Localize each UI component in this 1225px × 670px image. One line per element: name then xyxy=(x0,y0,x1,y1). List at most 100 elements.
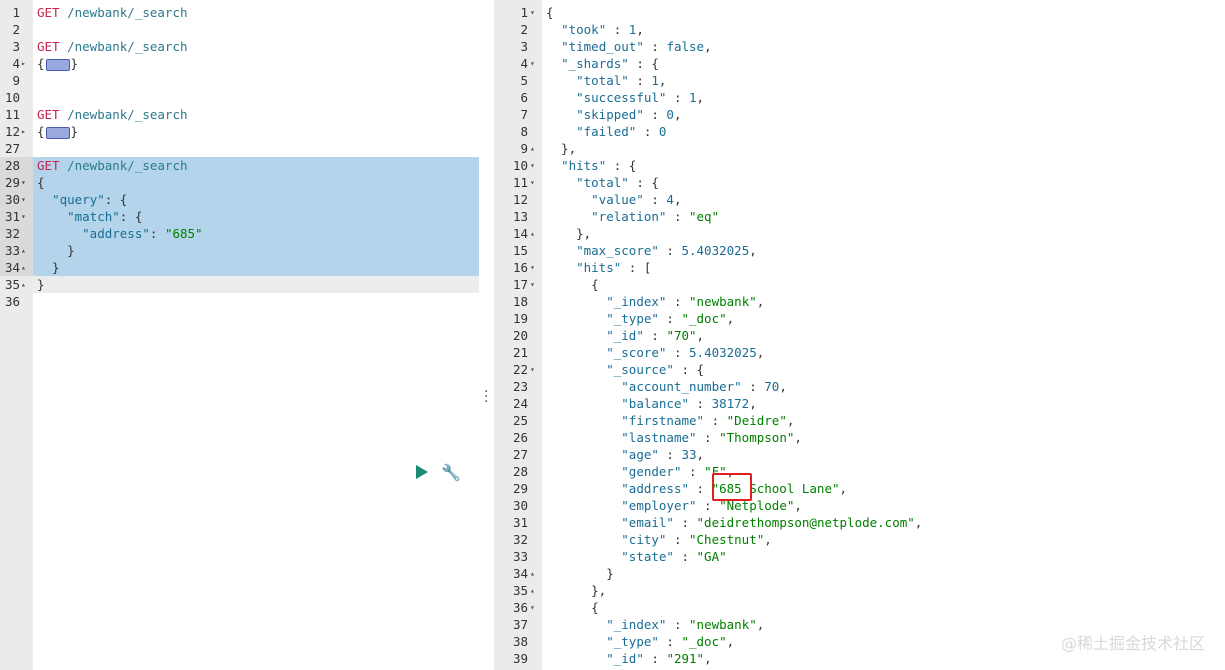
fold-collapse-icon[interactable]: ▾ xyxy=(21,174,26,191)
code-line[interactable]: 33 "state" : "GA" xyxy=(494,548,1225,565)
code-line[interactable]: 6 "successful" : 1, xyxy=(494,89,1225,106)
code-line[interactable]: 24 "balance" : 38172, xyxy=(494,395,1225,412)
code-line[interactable]: 4 ▸ {} xyxy=(0,55,479,72)
fold-end-icon[interactable]: ▴ xyxy=(530,140,535,157)
code-token: , xyxy=(673,192,682,207)
code-line[interactable]: 9 xyxy=(0,72,479,89)
code-line[interactable]: 32 "city" : "Chestnut", xyxy=(494,531,1225,548)
code-line[interactable]: 5 "total" : 1, xyxy=(494,72,1225,89)
code-line[interactable]: 12 ▸ {} xyxy=(0,123,479,140)
code-line[interactable]: 2 xyxy=(0,21,479,38)
fold-collapse-icon[interactable]: ▾ xyxy=(530,174,535,191)
fold-collapse-icon[interactable]: ▾ xyxy=(21,208,26,225)
fold-end-icon[interactable]: ▴ xyxy=(21,259,26,276)
line-number: 2 xyxy=(520,22,528,37)
code-text: "hits" : { xyxy=(546,157,636,174)
code-token: false xyxy=(666,39,705,54)
code-line[interactable]: 30 "employer" : "Netplode", xyxy=(494,497,1225,514)
fold-collapse-icon[interactable]: ▾ xyxy=(21,191,26,208)
fold-collapse-icon[interactable]: ▾ xyxy=(530,4,535,21)
code-token: "state" xyxy=(621,549,674,564)
pane-divider[interactable] xyxy=(479,0,494,670)
fold-expand-icon[interactable]: ▸ xyxy=(21,55,26,72)
code-line[interactable]: 3 GET /newbank/_search xyxy=(0,38,479,55)
code-line[interactable]: 1 GET /newbank/_search xyxy=(0,4,479,21)
code-line[interactable]: 26 "lastname" : "Thompson", xyxy=(494,429,1225,446)
fold-collapse-icon[interactable]: ▾ xyxy=(530,276,535,293)
fold-expand-icon[interactable]: ▸ xyxy=(21,123,26,140)
code-line[interactable]: 14 ▴ }, xyxy=(494,225,1225,242)
code-line[interactable]: 27 "age" : 33, xyxy=(494,446,1225,463)
code-line[interactable]: 8 "failed" : 0 xyxy=(494,123,1225,140)
code-line[interactable]: 11 GET /newbank/_search xyxy=(0,106,479,123)
code-line[interactable]: 20 "_id" : "70", xyxy=(494,327,1225,344)
line-number: 34 xyxy=(512,566,528,581)
code-line[interactable]: 17 ▾ { xyxy=(494,276,1225,293)
fold-collapse-icon[interactable]: ▾ xyxy=(530,361,535,378)
code-line[interactable]: 7 "skipped" : 0, xyxy=(494,106,1225,123)
code-line[interactable]: 32 "address": "685" xyxy=(0,225,479,242)
code-line[interactable]: 2 "took" : 1, xyxy=(494,21,1225,38)
code-line[interactable]: 28 GET /newbank/_search xyxy=(0,157,479,174)
fold-collapse-icon[interactable]: ▾ xyxy=(530,55,535,72)
code-line[interactable]: 25 "firstname" : "Deidre", xyxy=(494,412,1225,429)
code-line[interactable]: 35 ▴ }, xyxy=(494,582,1225,599)
code-line[interactable]: 30 ▾ "query": { xyxy=(0,191,479,208)
wrench-icon[interactable]: 🔧 xyxy=(441,463,461,482)
code-line[interactable]: 23 "account_number" : 70, xyxy=(494,378,1225,395)
code-token: "_type" xyxy=(606,634,659,649)
code-line[interactable]: 31 ▾ "match": { xyxy=(0,208,479,225)
fold-end-icon[interactable]: ▴ xyxy=(530,582,535,599)
code-line[interactable]: 31 "email" : "deidrethompson@netplode.co… xyxy=(494,514,1225,531)
fold-end-icon[interactable]: ▴ xyxy=(530,225,535,242)
code-token: : xyxy=(681,464,705,479)
play-icon[interactable] xyxy=(416,465,428,479)
code-line[interactable]: 18 "_index" : "newbank", xyxy=(494,293,1225,310)
code-line[interactable]: 10 xyxy=(0,89,479,106)
vertical-dots-icon[interactable]: · · · xyxy=(484,385,488,409)
line-number: 10 xyxy=(4,90,20,105)
folded-block-widget[interactable] xyxy=(45,58,70,71)
code-line[interactable]: 15 "max_score" : 5.4032025, xyxy=(494,242,1225,259)
code-line[interactable]: 4 ▾ "_shards" : { xyxy=(494,55,1225,72)
code-token: "age" xyxy=(621,447,659,462)
code-line[interactable]: 35 ▴} xyxy=(0,276,479,293)
code-line[interactable]: 10 ▾ "hits" : { xyxy=(494,157,1225,174)
code-line[interactable]: 16 ▾ "hits" : [ xyxy=(494,259,1225,276)
code-line[interactable]: 21 "_score" : 5.4032025, xyxy=(494,344,1225,361)
code-token: { xyxy=(546,277,599,292)
code-token: , xyxy=(696,447,705,462)
code-line[interactable]: 27 xyxy=(0,140,479,157)
line-number: 24 xyxy=(512,396,528,411)
code-line[interactable]: 29 "address" : "685 School Lane", xyxy=(494,480,1225,497)
code-token: "address" xyxy=(621,481,689,496)
code-token: "match" xyxy=(67,209,120,224)
code-line[interactable]: 3 "timed_out" : false, xyxy=(494,38,1225,55)
response-viewer[interactable]: 1 ▾{2 "took" : 1, 3 "timed_out" : false, 4 ▾… xyxy=(494,0,1225,670)
code-line[interactable]: 12 "value" : 4, xyxy=(494,191,1225,208)
code-line[interactable]: 1 ▾ { xyxy=(494,4,1225,21)
code-text: } xyxy=(546,565,614,582)
code-line[interactable]: 9 ▴ }, xyxy=(494,140,1225,157)
code-line[interactable]: 34 ▴ } xyxy=(0,259,479,276)
folded-block-widget[interactable] xyxy=(45,126,70,139)
fold-collapse-icon[interactable]: ▾ xyxy=(530,157,535,174)
request-editor[interactable]: 1 GET /newbank/_search 2 3 GET /newbank/_sea… xyxy=(0,0,479,670)
fold-end-icon[interactable]: ▴ xyxy=(530,565,535,582)
fold-collapse-icon[interactable]: ▾ xyxy=(530,259,535,276)
code-line[interactable]: 19 "_type" : "_doc", xyxy=(494,310,1225,327)
code-line[interactable]: 34 ▴ } xyxy=(494,565,1225,582)
code-line[interactable]: 28 "gender" : "F", xyxy=(494,463,1225,480)
fold-end-icon[interactable]: ▴ xyxy=(21,276,26,293)
code-line[interactable]: 33 ▴ } xyxy=(0,242,479,259)
code-line[interactable]: 36 xyxy=(0,293,479,310)
code-line[interactable]: 36 ▾ { xyxy=(494,599,1225,616)
code-line[interactable]: 22 ▾ "_source" : { xyxy=(494,361,1225,378)
code-line[interactable]: 13 "relation" : "eq" xyxy=(494,208,1225,225)
code-line[interactable]: 29 ▾ { xyxy=(0,174,479,191)
fold-end-icon[interactable]: ▴ xyxy=(21,242,26,259)
fold-collapse-icon[interactable]: ▾ xyxy=(530,599,535,616)
code-line[interactable]: 11 ▾ "total" : { xyxy=(494,174,1225,191)
